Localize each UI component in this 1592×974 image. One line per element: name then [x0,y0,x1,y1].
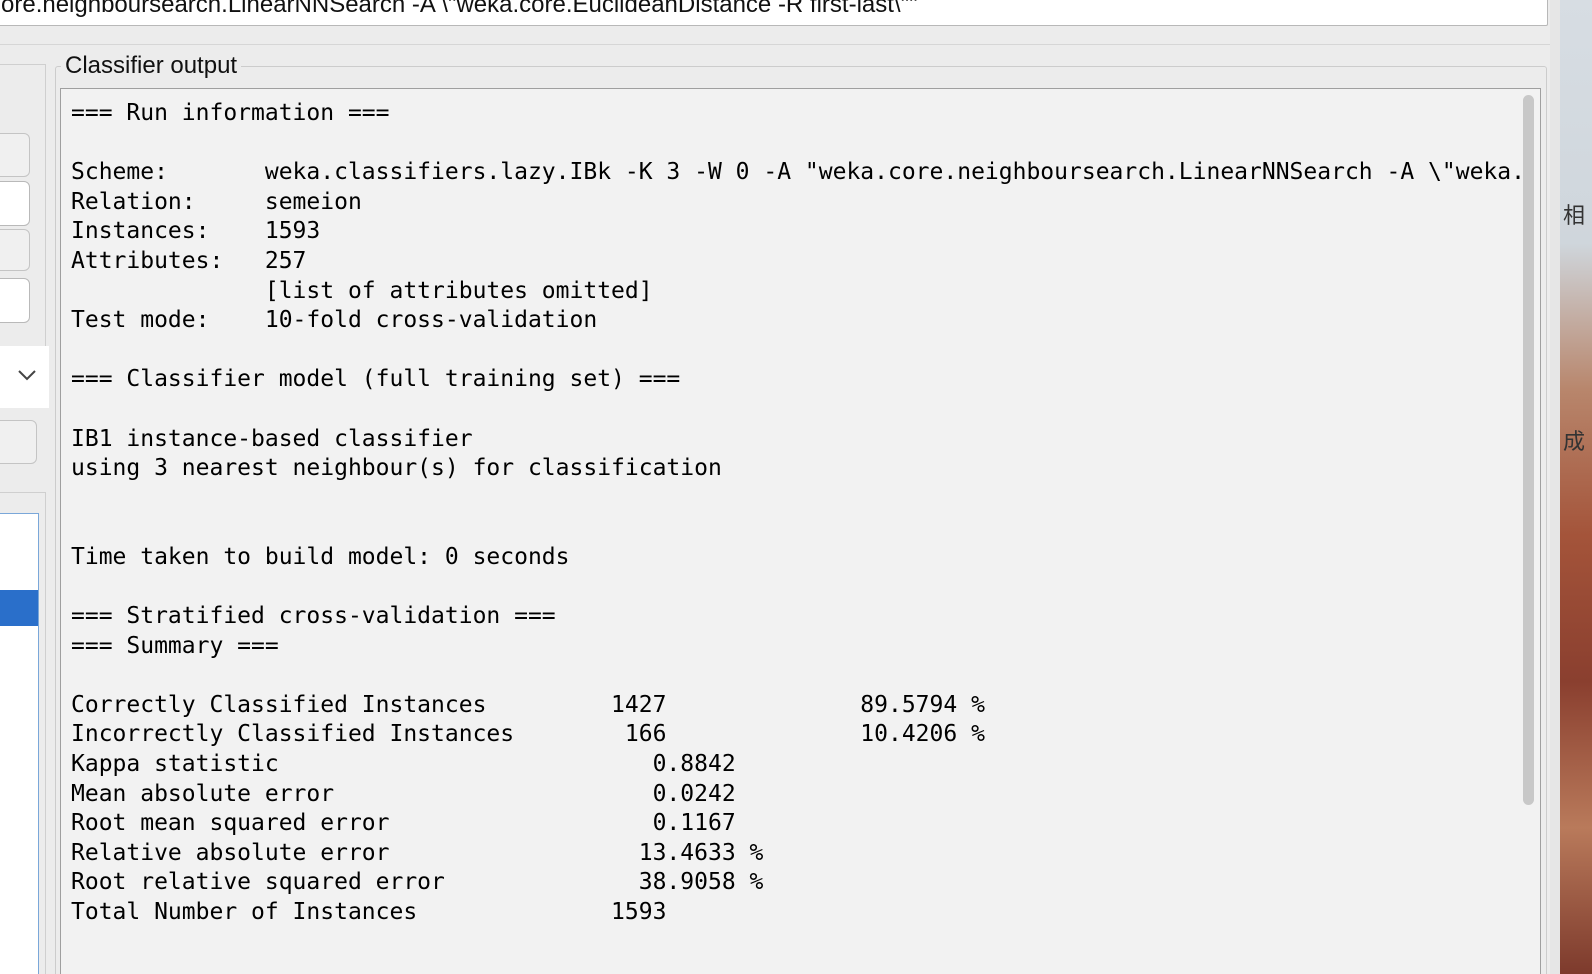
summary-line: Root relative squared error 38.9058 % [71,869,764,896]
classifier-model-line: IB1 instance-based classifier [71,425,473,452]
cross-validation-header: === Stratified cross-validation === [71,603,556,630]
summary-line: Total Number of Instances 1593 [71,899,667,926]
chevron-down-icon [18,370,36,381]
classifier-model-header: === Classifier model (full training set)… [71,366,681,393]
classifier-command-text: ore.neighboursearch.LinearNNSearch -A \"… [1,0,918,18]
start-button[interactable] [0,420,37,464]
classifier-model-line: using 3 nearest neighbour(s) for classif… [71,455,722,482]
run-info-line: Attributes: 257 [71,247,307,274]
class-attribute-dropdown[interactable] [0,346,49,408]
run-info-line: [list of attributes omitted] [71,277,653,304]
run-info-line: Relation: semeion [71,188,362,215]
summary-line: Root mean squared error 0.1167 [71,810,736,837]
time-taken-line: Time taken to build model: 0 seconds [71,543,570,570]
top-separator [0,44,1562,45]
test-option-button[interactable] [0,133,30,177]
classifier-output-title: Classifier output [61,52,242,80]
vertical-scrollbar-thumb[interactable] [1523,95,1534,805]
run-info-line: Instances: 1593 [71,218,321,245]
classifier-command-field[interactable]: ore.neighboursearch.LinearNNSearch -A \"… [0,0,1548,26]
window-border [1550,0,1560,974]
result-list-selected-item[interactable] [0,590,38,626]
test-option-field[interactable] [0,181,30,226]
desktop-icon-label: 成 [1563,430,1586,455]
run-information-header: === Run information === [71,100,390,126]
classifier-output-textarea[interactable]: === Run information === Scheme: weka.cla… [60,88,1541,974]
test-option-button[interactable] [0,229,30,271]
summary-line: Mean absolute error 0.0242 [71,780,736,807]
run-info-line: Test mode: 10-fold cross-validation [71,307,598,334]
summary-line: Incorrectly Classified Instances 166 10.… [71,721,985,748]
summary-header: === Summary === [71,632,279,659]
summary-line: Correctly Classified Instances 1427 89.5… [71,691,985,718]
desktop-icon-label: 相 [1563,204,1586,229]
weka-explorer-window: ore.neighboursearch.LinearNNSearch -A \"… [0,0,1592,974]
result-list[interactable] [0,513,39,974]
test-option-field[interactable] [0,278,30,323]
summary-line: Kappa statistic 0.8842 [71,751,736,778]
run-info-line: Scheme: weka.classifiers.lazy.IBk -K 3 -… [71,159,1525,186]
classifier-output-text: === Run information === Scheme: weka.cla… [71,99,1525,928]
summary-line: Relative absolute error 13.4633 % [71,839,764,866]
